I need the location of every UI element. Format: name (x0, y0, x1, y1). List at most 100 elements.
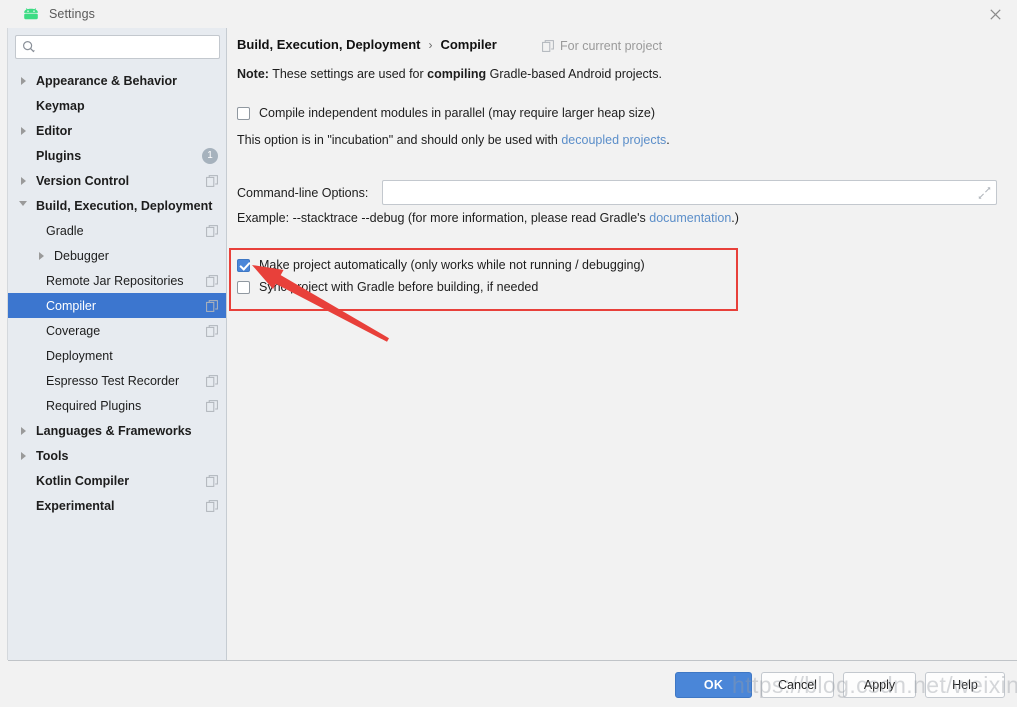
sidebar-item-languages-frameworks[interactable]: Languages & Frameworks (8, 418, 226, 443)
sidebar-item-label: Compiler (46, 298, 97, 313)
android-robot-icon (22, 7, 40, 21)
sidebar-item-kotlin-compiler[interactable]: Kotlin Compiler (8, 468, 226, 493)
sidebar-row-adornment (206, 399, 218, 412)
sidebar-item-coverage[interactable]: Coverage (8, 318, 226, 343)
apply-button[interactable]: Apply (843, 672, 916, 698)
sidebar-row-adornment (206, 274, 218, 287)
sidebar-item-label: Version Control (36, 173, 130, 188)
sidebar-item-required-plugins[interactable]: Required Plugins (8, 393, 226, 418)
sidebar-item-label: Experimental (36, 498, 115, 513)
chevron-right-icon[interactable] (18, 126, 28, 136)
breadcrumb-parent[interactable]: Build, Execution, Deployment (237, 37, 420, 52)
sidebar-item-experimental[interactable]: Experimental (8, 493, 226, 518)
sidebar-item-version-control[interactable]: Version Control (8, 168, 226, 193)
note-emphasis: compiling (427, 67, 487, 81)
sidebar-item-appearance-behavior[interactable]: Appearance & Behavior (8, 68, 226, 93)
project-scope-icon (206, 174, 218, 187)
sidebar-item-label: Espresso Test Recorder (46, 373, 180, 388)
scope-indicator: For current project (542, 39, 662, 53)
sidebar-item-debugger[interactable]: Debugger (8, 243, 226, 268)
sync-project-checkbox[interactable] (237, 280, 250, 294)
sidebar-row-adornment (206, 374, 218, 387)
sidebar-item-compiler[interactable]: Compiler (8, 293, 226, 318)
sync-project-label: Sync project with Gradle before building… (259, 280, 539, 294)
chevron-down-icon[interactable] (18, 201, 28, 211)
sidebar-item-label: Required Plugins (46, 398, 142, 413)
chevron-right-icon[interactable] (18, 426, 28, 436)
incubation-part2: . (666, 133, 670, 147)
settings-dialog: Settings Appearance & Behavior Keymap Edit… (0, 0, 1017, 707)
example-part2: .) (731, 211, 739, 225)
sidebar-item-label: Editor (36, 123, 73, 138)
chevron-right-icon[interactable] (36, 251, 46, 261)
sidebar-item-deployment[interactable]: Deployment (8, 343, 226, 368)
command-line-options-label: Command-line Options: (237, 185, 369, 200)
sidebar-item-label: Tools (36, 448, 69, 463)
sidebar-item-label: Deployment (46, 348, 113, 363)
project-scope-icon (206, 374, 218, 387)
project-scope-icon (206, 299, 218, 312)
project-scope-icon (206, 324, 218, 337)
settings-tree: Appearance & Behavior Keymap Editor Plugins… (8, 68, 226, 518)
search-icon (22, 40, 36, 54)
help-button[interactable]: Help (925, 672, 1005, 698)
sidebar-item-label: Keymap (36, 98, 85, 113)
chevron-right-icon[interactable] (18, 76, 28, 86)
sidebar-item-label: Debugger (54, 248, 109, 263)
chevron-right-icon[interactable] (18, 176, 28, 186)
left-edge-strip (0, 28, 8, 660)
sidebar-item-gradle[interactable]: Gradle (8, 218, 226, 243)
sync-project-option[interactable]: Sync project with Gradle before building… (237, 280, 538, 294)
make-project-automatically-label: Make project automatically (only works w… (259, 258, 645, 272)
make-project-automatically-checkbox[interactable] (237, 258, 250, 272)
note-part1: These settings are used for (268, 67, 428, 81)
search-field[interactable] (15, 35, 220, 59)
parallel-compile-option[interactable]: Compile independent modules in parallel … (237, 106, 655, 120)
sidebar-item-label: Plugins (36, 148, 82, 163)
breadcrumb-current: Compiler (440, 37, 497, 52)
sidebar-item-label: Coverage (46, 323, 101, 338)
sidebar-item-build-execution-deployment[interactable]: Build, Execution, Deployment (8, 193, 226, 218)
title-bar: Settings (0, 0, 1017, 28)
sidebar-row-adornment (206, 499, 218, 512)
sidebar-item-plugins[interactable]: Plugins 1 (8, 143, 226, 168)
note-text: Note: These settings are used for compil… (237, 67, 662, 81)
sidebar-item-keymap[interactable]: Keymap (8, 93, 226, 118)
incubation-part1: This option is in "incubation" and shoul… (237, 133, 562, 147)
make-project-automatically-option[interactable]: Make project automatically (only works w… (237, 258, 645, 272)
sidebar-item-espresso-test-recorder[interactable]: Espresso Test Recorder (8, 368, 226, 393)
expand-icon[interactable] (978, 186, 991, 199)
ok-button[interactable]: OK (675, 672, 752, 698)
dialog-footer: OK Cancel Apply Help (0, 661, 1017, 707)
note-part2: Gradle-based Android projects. (486, 67, 662, 81)
close-icon[interactable] (983, 3, 1007, 25)
window-title: Settings (49, 7, 95, 21)
sidebar-item-tools[interactable]: Tools (8, 443, 226, 468)
search-input[interactable] (40, 36, 219, 58)
parallel-compile-checkbox[interactable] (237, 106, 250, 120)
sidebar-item-remote-jar-repositories[interactable]: Remote Jar Repositories (8, 268, 226, 293)
project-scope-icon (206, 399, 218, 412)
documentation-link[interactable]: documentation (649, 211, 731, 225)
sidebar-item-label: Gradle (46, 223, 84, 238)
sidebar-row-adornment (206, 299, 218, 312)
sidebar-row-adornment (206, 174, 218, 187)
sidebar-row-adornment (206, 224, 218, 237)
note-prefix: Note: (237, 67, 269, 81)
sidebar-item-editor[interactable]: Editor (8, 118, 226, 143)
breadcrumb: Build, Execution, Deployment › Compiler (237, 37, 497, 52)
command-line-options-field[interactable] (382, 180, 997, 205)
sidebar-row-adornment (206, 324, 218, 337)
sidebar-row-adornment (206, 474, 218, 487)
sidebar-item-label: Remote Jar Repositories (46, 273, 184, 288)
command-line-options-input[interactable] (388, 181, 970, 204)
cancel-button[interactable]: Cancel (761, 672, 834, 698)
decoupled-projects-link[interactable]: decoupled projects (561, 133, 666, 147)
settings-sidebar: Appearance & Behavior Keymap Editor Plugins… (8, 28, 227, 660)
chevron-right-icon[interactable] (18, 451, 28, 461)
example-text: Example: --stacktrace --debug (for more … (237, 211, 739, 225)
